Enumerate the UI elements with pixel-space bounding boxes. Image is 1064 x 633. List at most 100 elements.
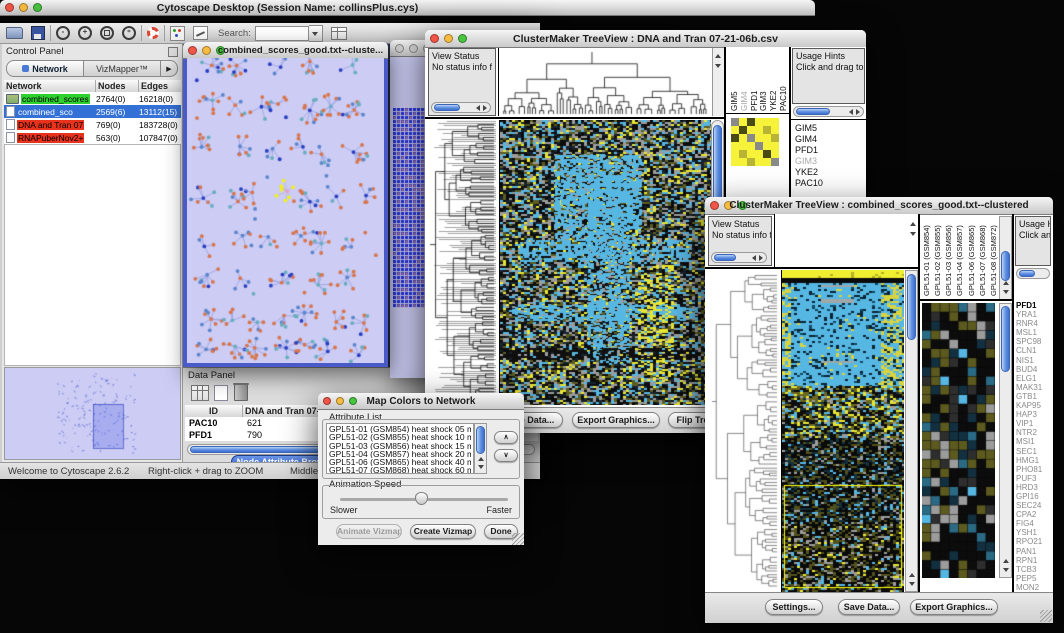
close-button[interactable] bbox=[323, 397, 331, 405]
attribute-list-item[interactable]: GPL51-06 (GSM865) heat shock 40 min bbox=[329, 458, 471, 466]
birdseye-view[interactable] bbox=[4, 367, 181, 460]
gene-list-item[interactable]: GIM4 bbox=[795, 134, 865, 145]
attribute-list-vscrollbar[interactable] bbox=[474, 423, 487, 474]
scroll-thumb[interactable] bbox=[1019, 270, 1035, 277]
gene-list-item[interactable]: KAP95 bbox=[1016, 401, 1054, 410]
gene-list-item[interactable]: GPI16 bbox=[1016, 492, 1054, 501]
treeview1-column-dendrogram[interactable] bbox=[498, 48, 711, 116]
column-label[interactable]: GIM3 bbox=[759, 49, 768, 111]
network-table-row[interactable]: combined_sco2569(6)13112(15) bbox=[4, 105, 181, 118]
annotation-button[interactable] bbox=[193, 26, 208, 40]
gene-list-item[interactable]: MAK31 bbox=[1016, 383, 1054, 392]
scroll-thumb[interactable] bbox=[796, 108, 830, 115]
gene-list-item[interactable]: MSI1 bbox=[1016, 437, 1054, 446]
gene-list-item[interactable]: YSH1 bbox=[1016, 528, 1054, 537]
scroll-thumb[interactable] bbox=[476, 426, 485, 454]
minimize-button[interactable] bbox=[409, 44, 418, 53]
gene-list-item[interactable]: PFD1 bbox=[1016, 301, 1054, 310]
minimize-button[interactable] bbox=[202, 46, 211, 55]
gene-list-item[interactable]: RNR4 bbox=[1016, 319, 1054, 328]
gene-list-item[interactable]: CPA2 bbox=[1016, 510, 1054, 519]
resize-grip[interactable] bbox=[1040, 610, 1052, 622]
create-vizmap-button[interactable]: Create Vizmap bbox=[410, 524, 476, 539]
gene-list-item[interactable]: NIS1 bbox=[1016, 356, 1054, 365]
scroll-thumb[interactable] bbox=[714, 254, 736, 261]
attribute-list-item[interactable]: GPL51-01 (GSM854) heat shock 05 min bbox=[329, 425, 471, 433]
gene-list-item[interactable]: PAC10 bbox=[795, 178, 865, 189]
column-header-network[interactable]: Network bbox=[4, 80, 96, 92]
column-scroll-strip[interactable] bbox=[712, 48, 724, 116]
move-up-button[interactable]: ∧ bbox=[494, 431, 518, 444]
search-dropdown-button[interactable] bbox=[309, 25, 323, 42]
gene-list-item[interactable]: PAN1 bbox=[1016, 547, 1054, 556]
delete-attribute-button[interactable] bbox=[234, 384, 248, 401]
treeview2-labels-vscrollbar[interactable] bbox=[999, 216, 1012, 300]
gene-list-item[interactable]: TCB3 bbox=[1016, 565, 1054, 574]
attribute-listbox[interactable]: GPL51-01 (GSM854) heat shock 05 min GPL51… bbox=[326, 423, 474, 474]
treeview2-mini-vscrollbar[interactable] bbox=[999, 303, 1012, 578]
gene-list-item[interactable]: MON2 bbox=[1016, 583, 1054, 592]
gene-list-item[interactable]: PHO81 bbox=[1016, 465, 1054, 474]
tab-network[interactable]: Network bbox=[6, 60, 84, 77]
settings-button[interactable]: Settings... bbox=[765, 599, 823, 615]
resize-grip[interactable] bbox=[512, 533, 524, 545]
zoom-in-button[interactable]: + bbox=[78, 26, 92, 40]
column-header-nodes[interactable]: Nodes bbox=[96, 80, 139, 92]
gene-list-item[interactable]: RPN1 bbox=[1016, 556, 1054, 565]
close-button[interactable] bbox=[430, 34, 439, 43]
gene-list-item[interactable]: HAP3 bbox=[1016, 410, 1054, 419]
gene-list-item[interactable]: MSL1 bbox=[1016, 328, 1054, 337]
gene-list-item[interactable]: BUD4 bbox=[1016, 365, 1054, 374]
attribute-list-item[interactable]: GPL51-04 (GSM857) heat shock 20 min bbox=[329, 450, 471, 458]
treeview2-column-dendrogram-area[interactable] bbox=[774, 214, 919, 267]
attribute-table-button[interactable] bbox=[331, 27, 347, 40]
close-button[interactable] bbox=[710, 201, 719, 210]
usage-hints-hscrollbar[interactable] bbox=[793, 106, 864, 117]
close-button[interactable] bbox=[188, 46, 197, 55]
minimize-button[interactable] bbox=[19, 3, 28, 12]
column-label[interactable]: YKE2 bbox=[769, 49, 778, 111]
treeview1-row-dendrogram[interactable] bbox=[428, 120, 496, 405]
gene-list-item[interactable]: HMG1 bbox=[1016, 456, 1054, 465]
gene-list-item[interactable]: VIP1 bbox=[1016, 419, 1054, 428]
column-label[interactable]: GPL51-06 (GSM865) bbox=[967, 216, 976, 296]
gene-list-item[interactable]: CLN1 bbox=[1016, 346, 1054, 355]
search-input[interactable] bbox=[255, 26, 309, 41]
new-attribute-button[interactable] bbox=[214, 385, 228, 401]
gene-list-item[interactable]: SEC1 bbox=[1016, 447, 1054, 456]
treeview2-vscrollbar[interactable] bbox=[905, 270, 918, 592]
gene-list-item[interactable]: YRA1 bbox=[1016, 310, 1054, 319]
network-table-row[interactable]: RNAPuberNov2+563(0)107847(0) bbox=[4, 131, 181, 144]
gene-list-item[interactable]: GIM5 bbox=[795, 123, 865, 134]
column-label[interactable]: GPL51-04 (GSM857) bbox=[955, 216, 964, 296]
open-session-button[interactable] bbox=[6, 27, 23, 39]
gene-list-item[interactable]: NTR2 bbox=[1016, 428, 1054, 437]
gene-list-item[interactable]: SEC24 bbox=[1016, 501, 1054, 510]
node-view-button[interactable] bbox=[170, 26, 185, 41]
column-label[interactable]: GPL51-08 (GSM872) bbox=[989, 216, 998, 296]
gene-list-item[interactable]: PFD1 bbox=[795, 145, 865, 156]
column-label[interactable]: PFD1 bbox=[750, 49, 759, 111]
export-graphics-button[interactable]: Export Graphics... bbox=[572, 412, 660, 428]
column-label[interactable]: GPL51-07 (GSM868) bbox=[978, 216, 987, 296]
column-label[interactable]: GIM4 bbox=[740, 49, 749, 111]
table-view-button[interactable] bbox=[191, 385, 209, 401]
gene-list-item[interactable]: RPO21 bbox=[1016, 537, 1054, 546]
attribute-list-item[interactable]: GPL51-03 (GSM856) heat shock 15 min bbox=[329, 442, 471, 450]
treeview2-mini-heatmap[interactable] bbox=[922, 303, 995, 578]
zoom-button[interactable] bbox=[33, 3, 42, 12]
network-table-row[interactable]: combined_scores2764(0)16218(0) bbox=[4, 92, 181, 105]
usage-hints-hscrollbar[interactable] bbox=[1016, 268, 1050, 279]
treeview1-mini-heatmap[interactable] bbox=[731, 118, 779, 166]
column-header-edges[interactable]: Edges bbox=[139, 80, 181, 92]
gene-list-item[interactable]: ELG1 bbox=[1016, 374, 1054, 383]
gene-list-item[interactable]: PUF3 bbox=[1016, 474, 1054, 483]
gene-list-item[interactable]: SPC98 bbox=[1016, 337, 1054, 346]
grid-network-canvas[interactable] bbox=[393, 108, 428, 310]
column-label[interactable]: PAC10 bbox=[779, 49, 788, 111]
column-label[interactable]: GIM5 bbox=[730, 49, 739, 111]
network-graph-canvas[interactable] bbox=[187, 58, 384, 363]
gene-list-item[interactable]: GIM3 bbox=[795, 156, 865, 167]
close-button[interactable] bbox=[395, 44, 404, 53]
scroll-thumb[interactable] bbox=[907, 274, 916, 340]
